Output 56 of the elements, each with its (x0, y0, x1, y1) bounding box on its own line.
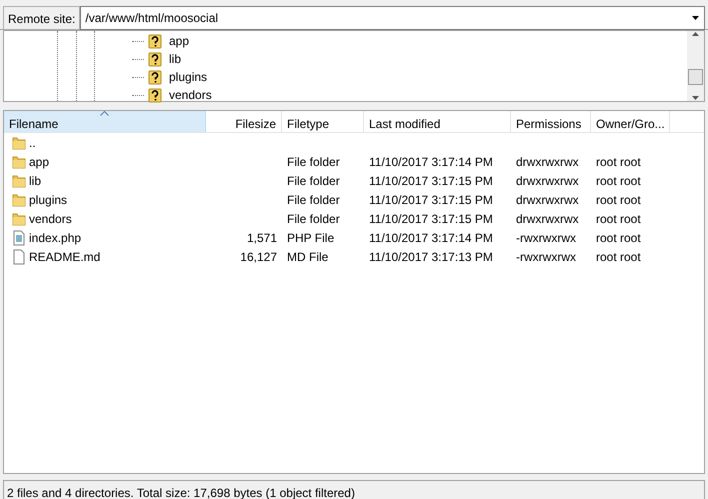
table-cell-text: File folder (287, 210, 340, 228)
table-cell-text: drwxrwxrwx (516, 154, 579, 170)
file-icon (12, 248, 26, 264)
column-header[interactable]: Filename (4, 111, 206, 132)
table-cell-text: File folder (287, 172, 340, 190)
tree-item[interactable]: lib (169, 50, 182, 68)
table-cell-text: drwxrwxrwx (516, 192, 579, 208)
table-cell-text: 11/10/2017 3:17:13 PM (369, 248, 493, 266)
folder-icon (12, 136, 26, 150)
scroll-down-icon[interactable] (691, 95, 700, 101)
table-cell-text: root root (596, 230, 641, 246)
scroll-thumb[interactable] (688, 69, 703, 85)
table-cell-text: 11/10/2017 3:17:15 PM (369, 210, 493, 228)
unknown-folder-icon (148, 34, 162, 48)
table-cell-text: File folder (287, 192, 340, 208)
table-cell-text: -rwxrwxrwx (516, 230, 576, 246)
tree-item[interactable]: plugins (169, 68, 208, 86)
sort-icon (100, 111, 109, 116)
file-name[interactable]: .. (29, 134, 36, 152)
folder-icon (12, 174, 26, 188)
scrollbar[interactable] (687, 31, 704, 101)
file-name[interactable]: vendors (29, 210, 72, 228)
table-cell-text: 1,571 (246, 230, 277, 246)
file-name[interactable]: README.md (29, 248, 100, 266)
table-cell-text: MD File (287, 248, 328, 266)
table-cell-text: root root (596, 154, 641, 170)
remote-site-label: Remote site: (3, 6, 80, 30)
remote-site-combobox[interactable]: /var/www/html/moosocial (80, 6, 705, 30)
table-cell-text: 11/10/2017 3:17:14 PM (369, 154, 493, 170)
table-cell-text: -rwxrwxrwx (516, 248, 576, 266)
table-cell-text: 16,127 (240, 248, 277, 266)
table-cell-text: drwxrwxrwx (516, 172, 579, 190)
table-cell-text: PHP File (287, 230, 334, 246)
script-file-icon (12, 230, 26, 246)
tree-item[interactable]: vendors (169, 86, 212, 104)
folder-icon (12, 192, 26, 206)
file-name[interactable]: app (29, 152, 50, 170)
unknown-folder-icon (148, 88, 162, 102)
table-cell-text: 11/10/2017 3:17:14 PM (369, 230, 493, 246)
table-cell-text: root root (596, 172, 641, 190)
table-cell-text: root root (596, 192, 641, 208)
file-name[interactable]: lib (29, 172, 42, 190)
file-name[interactable]: plugins (29, 190, 68, 208)
file-name[interactable]: index.php (29, 228, 82, 246)
table-cell-text: 11/10/2017 3:17:15 PM (369, 172, 493, 190)
folder-icon (12, 154, 26, 168)
table-cell-text: 11/10/2017 3:17:15 PM (369, 192, 493, 208)
unknown-folder-icon (148, 52, 162, 66)
unknown-folder-icon (148, 70, 162, 84)
table-cell-text: File folder (287, 154, 340, 170)
table-cell-text: root root (596, 248, 641, 266)
folder-icon (12, 212, 26, 226)
remote-site-field[interactable]: /var/www/html/moosocial (81, 8, 688, 28)
table-cell-text: drwxrwxrwx (516, 210, 579, 228)
tree-item[interactable]: app (169, 32, 190, 50)
table-cell-text: root root (596, 210, 641, 228)
